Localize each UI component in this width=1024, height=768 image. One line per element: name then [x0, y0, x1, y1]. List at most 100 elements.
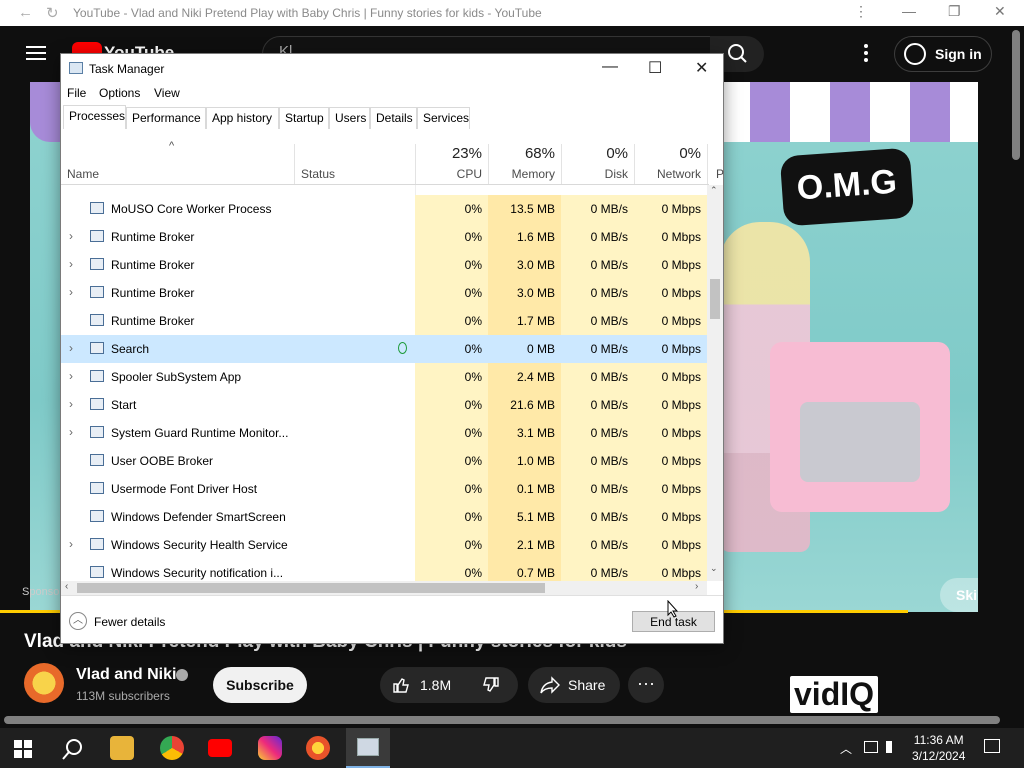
- expand-chevron-icon[interactable]: ›: [69, 425, 73, 439]
- menu-view[interactable]: View: [154, 86, 180, 100]
- menu-options[interactable]: Options: [99, 86, 140, 100]
- expand-chevron-icon[interactable]: ›: [69, 397, 73, 411]
- process-icon: [90, 202, 104, 214]
- memory-value: 13.5 MB: [488, 195, 561, 223]
- process-row[interactable]: › Runtime Broker 0% 3.0 MB 0 MB/s 0 Mbps: [61, 279, 709, 307]
- tab-performance[interactable]: Performance: [126, 107, 206, 129]
- youtube-icon[interactable]: [208, 739, 232, 757]
- tab-startup[interactable]: Startup: [279, 107, 329, 129]
- process-row[interactable]: › Search 0% 0 MB 0 MB/s 0 Mbps: [61, 335, 709, 363]
- tab-processes[interactable]: Processes: [63, 105, 126, 129]
- more-options-icon[interactable]: [864, 44, 868, 62]
- column-power-partial[interactable]: P: [716, 167, 724, 181]
- chevron-up-icon[interactable]: ︿: [69, 612, 87, 630]
- network-icon[interactable]: [864, 741, 878, 753]
- search-icon[interactable]: [62, 738, 84, 760]
- thumbs-down-icon[interactable]: [482, 676, 500, 694]
- process-row[interactable]: Windows Defender SmartScreen 0% 5.1 MB 0 MB…: [61, 503, 709, 531]
- tm-minimize-icon[interactable]: —: [602, 58, 618, 76]
- network-value: 0 Mbps: [634, 307, 707, 335]
- subscriber-count: 113M subscribers: [76, 689, 170, 703]
- task-manager-taskbar-item[interactable]: [346, 728, 390, 768]
- menu-file[interactable]: File: [67, 86, 86, 100]
- subscribe-button[interactable]: Subscribe: [213, 667, 307, 703]
- cpu-value: 0%: [415, 559, 488, 581]
- notifications-icon[interactable]: [984, 739, 1000, 753]
- network-value: 0 Mbps: [634, 363, 707, 391]
- disk-value: 0 MB/s: [561, 223, 634, 251]
- verified-icon: [176, 669, 188, 681]
- windows-start-icon[interactable]: [14, 740, 32, 758]
- expand-chevron-icon[interactable]: ›: [69, 369, 73, 383]
- instagram-icon[interactable]: [258, 736, 282, 760]
- minimize-icon[interactable]: —: [902, 3, 916, 19]
- scroll-right-icon[interactable]: ›: [695, 581, 698, 592]
- clock[interactable]: 11:36 AM 3/12/2024: [912, 732, 965, 764]
- tab-app-history[interactable]: App history: [206, 107, 279, 129]
- reload-icon[interactable]: ↻: [46, 4, 59, 22]
- close-icon[interactable]: ✕: [994, 3, 1006, 20]
- scroll-left-icon[interactable]: ‹: [65, 581, 68, 592]
- process-row[interactable]: › Spooler SubSystem App 0% 2.4 MB 0 MB/s 0 Mb…: [61, 363, 709, 391]
- expand-chevron-icon[interactable]: ›: [69, 229, 73, 243]
- process-icon: [90, 258, 104, 270]
- process-name: Runtime Broker: [111, 230, 195, 244]
- tray-chevron-icon[interactable]: ︿: [840, 740, 852, 757]
- process-row[interactable]: User OOBE Broker 0% 1.0 MB 0 MB/s 0 Mbps: [61, 447, 709, 475]
- tab-services[interactable]: Services: [417, 107, 470, 129]
- process-row[interactable]: › Windows Security Health Service 0% 2.1 MB…: [61, 531, 709, 559]
- scroll-up-icon[interactable]: ⌃: [710, 185, 718, 196]
- process-row[interactable]: Runtime Broker 0% 1.7 MB 0 MB/s 0 Mbps: [61, 307, 709, 335]
- horizontal-scrollbar[interactable]: [4, 716, 1000, 724]
- channel-avatar[interactable]: [24, 663, 64, 703]
- process-row[interactable]: › System Guard Runtime Monitor... 0% 3.1 MB…: [61, 419, 709, 447]
- tab-users[interactable]: Users: [329, 107, 370, 129]
- scroll-down-icon[interactable]: ⌄: [710, 563, 718, 574]
- back-icon[interactable]: ←: [18, 4, 33, 21]
- restore-icon[interactable]: ❐: [948, 3, 961, 20]
- tab-strip: Processes Performance App history Startu…: [63, 105, 723, 129]
- memory-value: 0 MB: [488, 335, 561, 363]
- browser-menu-icon[interactable]: ⋮: [854, 3, 868, 20]
- tm-close-icon[interactable]: ✕: [695, 58, 708, 78]
- volume-muted-icon[interactable]: [886, 741, 898, 753]
- process-row[interactable]: › Start 0% 21.6 MB 0 MB/s 0 Mbps: [61, 391, 709, 419]
- browser-app-icon[interactable]: [306, 736, 330, 760]
- disk-value: 0 MB/s: [561, 195, 634, 223]
- process-icon: [90, 454, 104, 466]
- disk-value: 0 MB/s: [561, 531, 634, 559]
- file-explorer-icon[interactable]: [110, 736, 134, 760]
- chrome-icon[interactable]: [160, 736, 184, 760]
- column-network[interactable]: Network: [634, 167, 701, 181]
- column-disk[interactable]: Disk: [561, 167, 628, 181]
- column-memory[interactable]: Memory: [488, 167, 555, 181]
- process-row[interactable]: Windows Security notification i... 0% 0.7 …: [61, 559, 709, 581]
- cpu-value: 0%: [415, 223, 488, 251]
- share-icon: [540, 676, 560, 694]
- process-row[interactable]: MoUSO Core Worker Process 0% 13.5 MB 0 MB/s…: [61, 195, 709, 223]
- more-actions-button[interactable]: ···: [628, 667, 664, 703]
- column-cpu[interactable]: CPU: [415, 167, 482, 181]
- expand-chevron-icon[interactable]: ›: [69, 537, 73, 551]
- skip-ad-button[interactable]: Skip ▸|: [940, 578, 978, 612]
- process-name: Runtime Broker: [111, 314, 195, 328]
- horizontal-scroll-thumb[interactable]: [77, 583, 545, 593]
- channel-name[interactable]: Vlad and Niki: [76, 666, 176, 684]
- vertical-scrollbar[interactable]: [1012, 30, 1020, 160]
- menu-icon[interactable]: [26, 46, 46, 60]
- clock-time: 11:36 AM: [913, 733, 964, 747]
- expand-chevron-icon[interactable]: ›: [69, 257, 73, 271]
- process-row[interactable]: › Runtime Broker 0% 3.0 MB 0 MB/s 0 Mbps: [61, 251, 709, 279]
- network-value: 0 Mbps: [634, 279, 707, 307]
- fewer-details-link[interactable]: Fewer details: [94, 615, 165, 629]
- column-name[interactable]: Name: [67, 167, 99, 181]
- process-row[interactable]: › Runtime Broker 0% 1.6 MB 0 MB/s 0 Mbps: [61, 223, 709, 251]
- tab-details[interactable]: Details: [370, 107, 417, 129]
- vertical-scroll-thumb[interactable]: [710, 279, 720, 319]
- tm-maximize-icon[interactable]: ☐: [648, 58, 662, 78]
- process-list-vertical-scrollbar[interactable]: ⌃ ⌄: [707, 185, 723, 581]
- process-row[interactable]: Usermode Font Driver Host 0% 0.1 MB 0 MB/s 0…: [61, 475, 709, 503]
- column-status[interactable]: Status: [301, 167, 335, 181]
- expand-chevron-icon[interactable]: ›: [69, 285, 73, 299]
- expand-chevron-icon[interactable]: ›: [69, 341, 73, 355]
